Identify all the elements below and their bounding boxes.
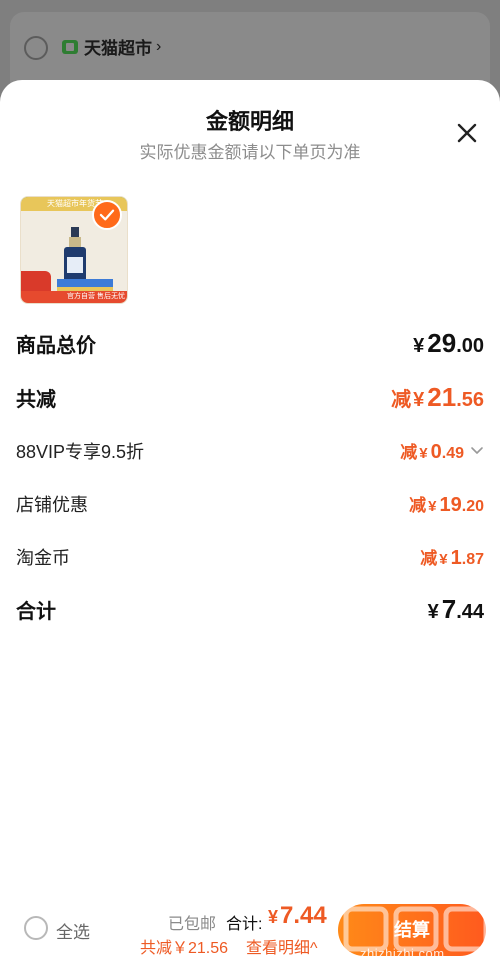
thumb-promo-bar: [57, 279, 113, 287]
amount-decimal: .00: [456, 335, 484, 357]
view-detail-link[interactable]: 查看明细^: [246, 934, 318, 958]
total-amount: ¥ 7.44: [268, 902, 327, 930]
total-label: 合计:: [226, 916, 263, 933]
row-amount: ¥ 7 .44: [428, 594, 484, 625]
row-amount: ¥ 29 .00: [413, 328, 484, 359]
amount-decimal: .20: [461, 498, 484, 515]
amount-detail-sheet: 金额明细 实际优惠金额请以下单页为准 天猫超市年货节 官方自营 售后无忧 商品总…: [0, 80, 500, 970]
thumb-guarantee-badge: [21, 271, 51, 293]
amount-decimal: .56: [456, 389, 484, 411]
currency-symbol: ¥: [413, 389, 425, 411]
chevron-right-icon: ›: [156, 37, 162, 55]
row-label: 88VIP专享9.5折: [16, 442, 145, 462]
close-icon[interactable]: [454, 120, 480, 146]
page: 天猫超市 › 金额明细 实际优惠金额请以下单页为准 天猫超市年货节 官方自营 售…: [0, 0, 500, 970]
discount-prefix: 减: [400, 443, 418, 462]
row-total-discount: 共减 减 ¥ 21 .56: [16, 382, 484, 413]
row-amount: 减 ¥ 19 .20: [409, 491, 484, 517]
discount-prefix: 减: [409, 496, 427, 515]
select-all-radio[interactable]: [24, 916, 48, 940]
background-shop-link[interactable]: 天猫超市 ›: [62, 34, 161, 59]
row-label: 店铺优惠: [16, 495, 88, 515]
discount-prefix: 减: [420, 549, 438, 568]
amount-decimal: .44: [456, 601, 484, 623]
row-amount: 减 ¥ 1 .87: [420, 544, 484, 570]
shop-icon: [62, 39, 78, 54]
row-label: 商品总价: [16, 335, 96, 357]
shop-name: 天猫超市: [84, 39, 152, 58]
currency-symbol: ¥: [439, 551, 448, 568]
amount-decimal: .49: [441, 445, 464, 462]
bottle-label: [67, 257, 83, 273]
row-coin-discount: 淘金币 减 ¥ 1 .87: [16, 544, 484, 570]
row-label: 共减: [16, 389, 56, 411]
chevron-down-icon[interactable]: [470, 444, 484, 458]
row-label: 合计: [16, 601, 56, 623]
total-value: 7.44: [280, 902, 327, 929]
sheet-subtitle: 实际优惠金额请以下单页为准: [139, 143, 361, 162]
currency-symbol: ¥: [427, 601, 439, 623]
select-all-label[interactable]: 全选: [56, 918, 90, 943]
amount-integer: 1: [450, 547, 462, 569]
watermark-text: zhizhizhi.com: [360, 946, 445, 961]
row-label: 淘金币: [16, 548, 70, 568]
amount-integer: 21: [427, 382, 457, 412]
background-shop-radio[interactable]: [24, 36, 48, 60]
amount-integer: 7: [441, 594, 457, 624]
currency-symbol: ¥: [413, 335, 425, 357]
bottle-cap: [71, 227, 79, 237]
currency-symbol: ¥: [428, 498, 437, 515]
amount-integer: 0: [430, 441, 442, 463]
amount-integer: 19: [439, 494, 462, 516]
row-amount: 减 ¥ 21 .56: [391, 382, 484, 413]
currency-symbol: ¥: [419, 445, 428, 462]
row-vip-discount[interactable]: 88VIP专享9.5折 减 ¥ 0 .49: [16, 438, 484, 464]
thumb-footer-text: 官方自营 售后无忧: [21, 291, 127, 303]
discount-prefix: 减: [391, 389, 412, 411]
row-amount: 减 ¥ 0 .49: [400, 438, 484, 464]
checkmark-icon[interactable]: [92, 200, 122, 230]
currency-symbol: ¥: [268, 907, 279, 927]
row-sum: 合计 ¥ 7 .44: [16, 594, 484, 625]
sheet-title: 金额明细: [205, 109, 294, 134]
saving-text: 共减￥21.56: [140, 940, 229, 957]
row-total-price: 商品总价 ¥ 29 .00: [16, 328, 484, 359]
amount-integer: 29: [427, 328, 457, 358]
free-shipping-label: 已包邮: [168, 916, 217, 933]
row-shop-discount: 店铺优惠 减 ¥ 19 .20: [16, 491, 484, 517]
amount-decimal: .87: [461, 551, 484, 568]
bottle-neck: [69, 237, 81, 247]
